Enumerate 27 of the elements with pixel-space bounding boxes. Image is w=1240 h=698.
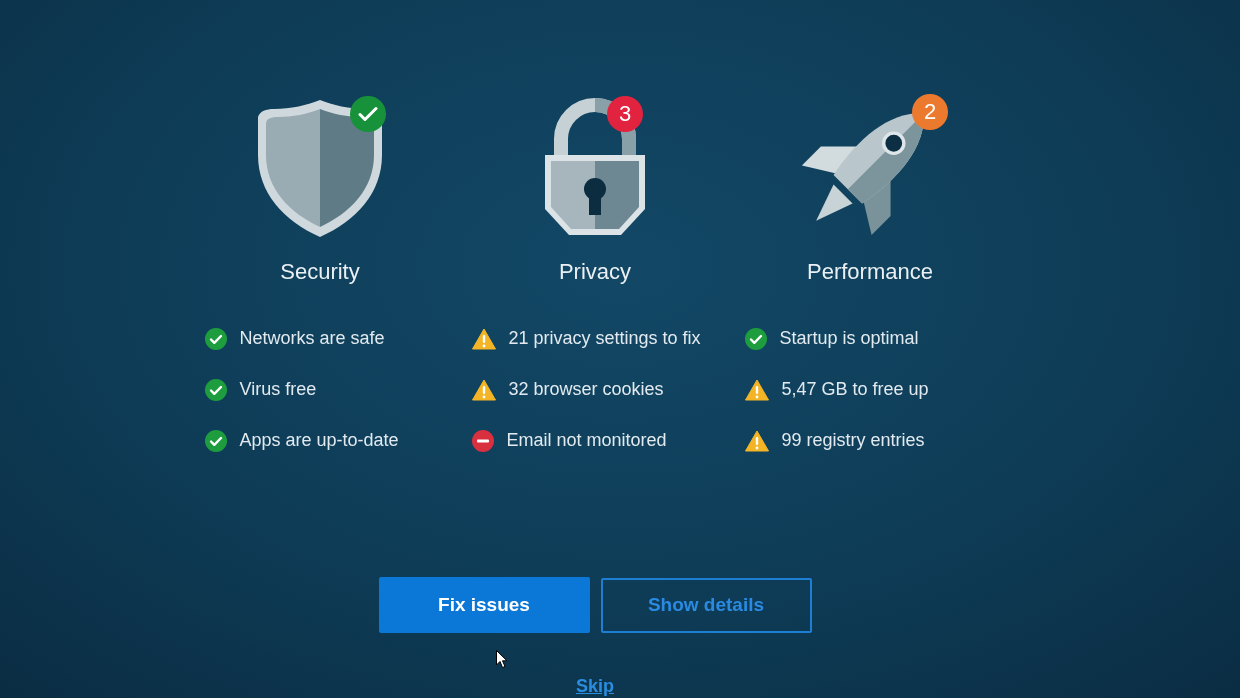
status-text: Email not monitored bbox=[506, 430, 667, 451]
warning-icon bbox=[471, 378, 496, 401]
status-text: 5,47 GB to free up bbox=[781, 379, 929, 400]
status-text: 99 registry entries bbox=[781, 430, 925, 451]
count-badge: 3 bbox=[607, 96, 643, 132]
warning-icon bbox=[744, 378, 769, 401]
status-text: Networks are safe bbox=[239, 328, 385, 349]
cursor-icon bbox=[496, 650, 508, 669]
check-circle-icon bbox=[204, 327, 227, 350]
count-badge: 2 bbox=[912, 94, 948, 130]
primary-button[interactable]: Fix issues bbox=[378, 577, 590, 633]
check-circle-icon bbox=[744, 327, 767, 350]
status-text: Apps are up-to-date bbox=[239, 430, 399, 451]
warning-icon bbox=[744, 429, 769, 452]
category-title: Security bbox=[280, 259, 360, 285]
category-title: Performance bbox=[807, 259, 933, 285]
minus-circle-icon bbox=[471, 429, 494, 452]
warning-icon bbox=[471, 327, 496, 350]
status-text: 32 browser cookies bbox=[508, 379, 664, 400]
outline-button[interactable]: Show details bbox=[600, 577, 812, 633]
status-text: Startup is optimal bbox=[779, 328, 919, 349]
check-circle-icon bbox=[204, 429, 227, 452]
skip-link[interactable]: Skip bbox=[576, 677, 614, 695]
check-circle-icon bbox=[204, 378, 227, 401]
status-text: Virus free bbox=[239, 379, 317, 400]
status-text: 21 privacy settings to fix bbox=[508, 328, 701, 349]
category-title: Privacy bbox=[558, 259, 632, 285]
